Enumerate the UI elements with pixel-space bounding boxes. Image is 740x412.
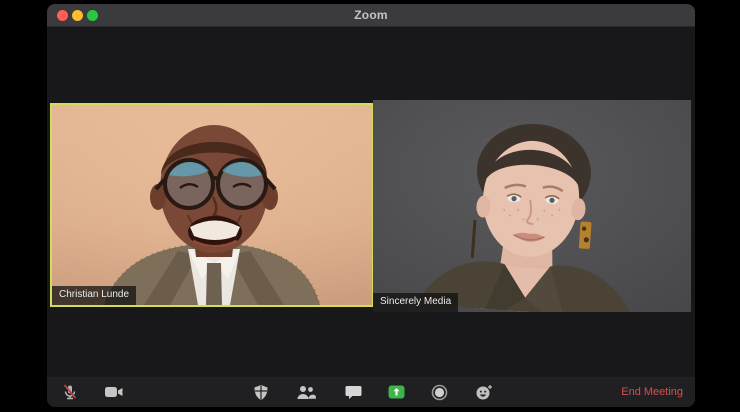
- window-title: Zoom: [354, 8, 388, 22]
- participant-name-tag: Christian Lunde: [52, 286, 137, 305]
- chat-bubble-icon: [345, 385, 362, 400]
- zoom-window: Zoom Christian Lunde Sincerely Media End…: [47, 4, 695, 407]
- video-tile-christian-lunde[interactable]: Christian Lunde: [50, 103, 374, 307]
- security-button[interactable]: [248, 379, 274, 405]
- end-meeting-button[interactable]: End Meeting: [621, 377, 683, 407]
- participant-name-tag: Sincerely Media: [373, 293, 459, 312]
- video-camera-icon: [104, 385, 124, 399]
- meeting-toolbar: End Meeting: [47, 377, 695, 407]
- reactions-icon: [475, 384, 493, 401]
- video-gallery: Christian Lunde Sincerely Media: [47, 27, 695, 377]
- share-screen-icon: [388, 385, 405, 399]
- share-screen-button[interactable]: [383, 379, 409, 405]
- reactions-button[interactable]: [471, 379, 497, 405]
- titlebar: Zoom: [47, 4, 695, 27]
- record-icon: [431, 384, 448, 401]
- mute-button[interactable]: [57, 379, 83, 405]
- security-shield-icon: [253, 384, 269, 401]
- desktop: { "window": { "title": "Zoom" }, "traffi…: [0, 0, 740, 412]
- video-button[interactable]: [101, 379, 127, 405]
- participant-video-portrait: [52, 105, 372, 305]
- participant-video-portrait: [373, 100, 691, 312]
- chat-button[interactable]: [340, 379, 366, 405]
- video-tile-sincerely-media[interactable]: Sincerely Media: [373, 100, 691, 312]
- participants-button[interactable]: [293, 379, 319, 405]
- record-button[interactable]: [426, 379, 452, 405]
- microphone-muted-icon: [61, 383, 79, 401]
- participants-icon: [296, 385, 316, 400]
